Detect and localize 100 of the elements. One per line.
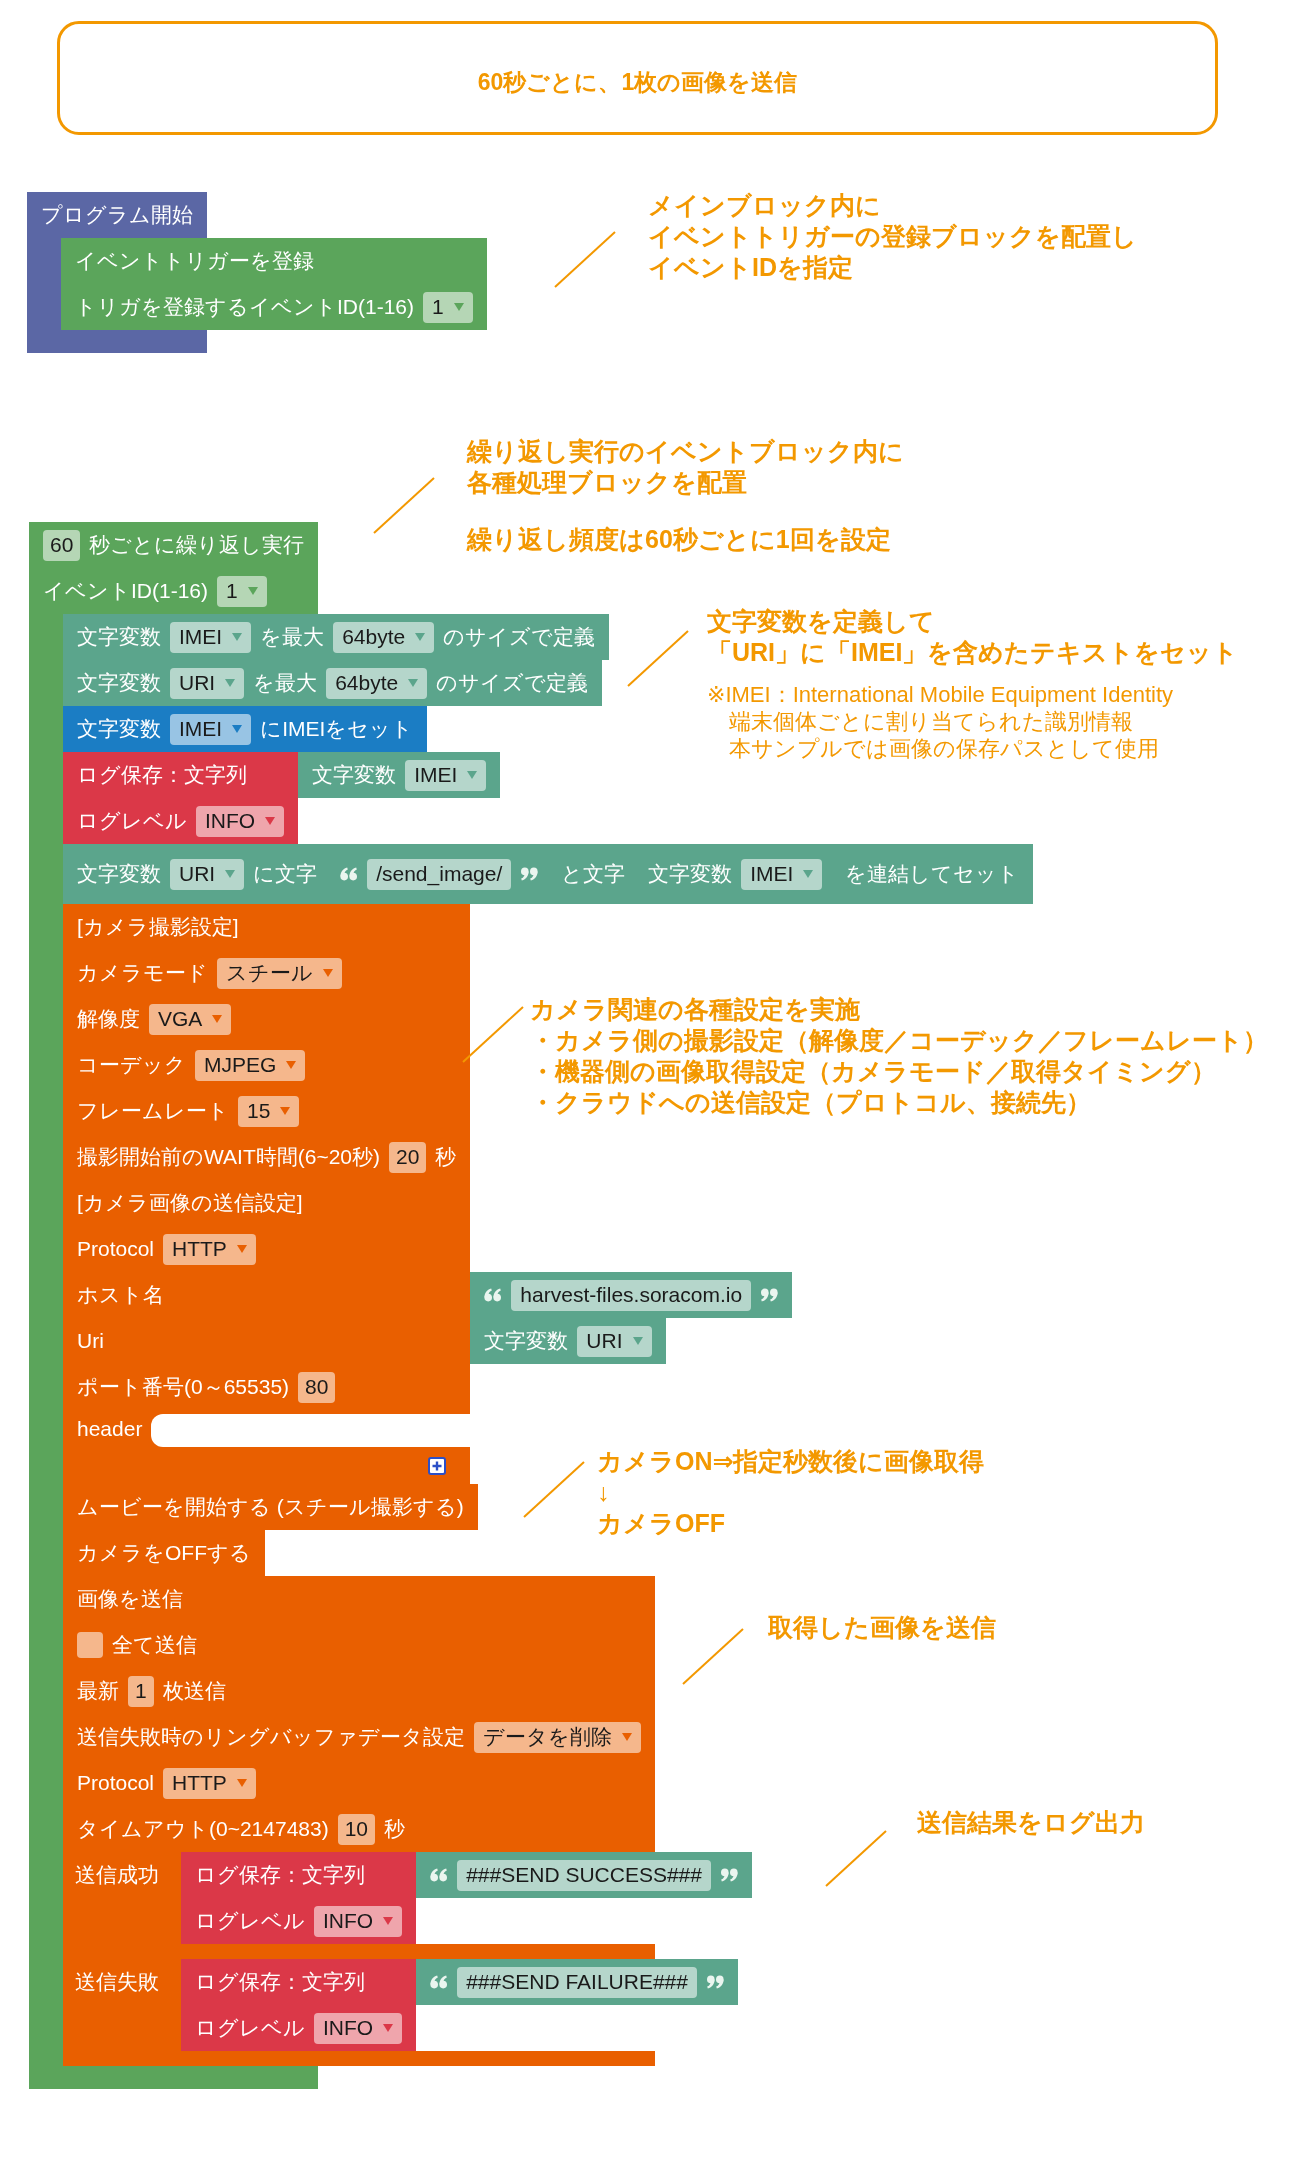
annotation-text: 取得した画像を送信 [768, 1612, 996, 1643]
block-label: 文字変数 [77, 670, 161, 696]
block-bar[interactable] [27, 330, 207, 353]
text-field[interactable]: ###SEND FAILURE### [457, 1966, 697, 1998]
dropdown[interactable]: HTTP [163, 1767, 256, 1799]
block-label: ログ保存：文字列 [195, 1862, 365, 1888]
text-field[interactable]: /send_image/ [367, 858, 512, 890]
block-label: 文字変数 [484, 1328, 569, 1354]
dropdown[interactable]: IMEI [170, 621, 252, 653]
dropdown[interactable]: MJPEG [195, 1049, 306, 1081]
code-block[interactable]: 文字変数 URI [470, 1318, 666, 1364]
block-bar[interactable] [63, 2051, 655, 2066]
block-label: Protocol [77, 1237, 155, 1261]
block-label: Uri [77, 1329, 104, 1353]
code-block[interactable]: 文字変数 IMEI を最大 64byte のサイズで定義 [63, 614, 610, 660]
block-header[interactable]: 60 秒ごとに繰り返し実行 イベントID(1-16) 1 [29, 522, 319, 614]
close-quote-icon [520, 867, 539, 881]
block-bar[interactable] [29, 2066, 319, 2089]
caret-icon [236, 1245, 247, 1253]
code-block[interactable]: 文字変数 IMEI [298, 752, 501, 798]
dropdown[interactable]: 64byte [326, 667, 428, 699]
block-header[interactable]: 画像を送信 全て送信 最新 1 枚送信 送信失敗時のリングバッファデータ設定 データを削除 Protocol HTTP タイムアウト(0~2147483) 10 秒 [63, 1576, 655, 1852]
number-field[interactable]: 1 [128, 1675, 154, 1707]
block-header[interactable]: プログラム開始 [27, 192, 207, 238]
dropdown[interactable]: INFO [196, 805, 285, 837]
dropdown[interactable]: URI [577, 1325, 652, 1357]
code-block[interactable]: ログ保存：文字列 ログレベル INFO [63, 752, 299, 844]
dropdown[interactable]: HTTP [163, 1233, 256, 1265]
code-block[interactable]: [カメラ撮影設定] カメラモード スチール 解像度 VGA コーデック MJPEG フレームレート 15 撮影開始前のWAIT時間(6~20秒) 20 秒 [カメラ画像の送信設定] Protocol HTTP ホスト名 Uri ポート番号(0～65535) 80 header [63, 904, 471, 1484]
leader-line [462, 1006, 524, 1063]
block-label: 秒 [384, 1816, 406, 1842]
block-label: に文字 [253, 861, 318, 887]
caret-icon [383, 1917, 394, 1925]
block-label: イベントID(1-16) [43, 578, 209, 604]
caret-icon [232, 633, 243, 641]
leader-line [523, 1461, 585, 1518]
block-label: ホスト名 [77, 1282, 164, 1308]
code-block[interactable]: 文字変数 URI に文字 /send_image/ と文字 文字変数 IMEI を連結してセット [63, 844, 1034, 904]
code-block[interactable]: ログ保存：文字列 ログレベル INFO [181, 1959, 417, 2051]
dropdown[interactable]: 1 [217, 575, 267, 607]
block-label: のサイズで定義 [443, 624, 596, 650]
leader-line [373, 477, 435, 534]
caret-icon [415, 633, 426, 641]
number-field[interactable]: 10 [337, 1813, 376, 1845]
code-block[interactable]: ログ保存：文字列 ログレベル INFO [181, 1852, 417, 1944]
block-label: 秒 [435, 1144, 457, 1170]
block-label: にIMEIをセット [260, 716, 414, 742]
plus-icon[interactable] [428, 1456, 447, 1475]
dropdown[interactable]: URI [170, 667, 245, 699]
dropdown[interactable]: 1 [423, 291, 473, 323]
open-quote-icon [430, 1975, 449, 1989]
caret-icon [286, 1061, 297, 1069]
number-field[interactable]: 60 [43, 529, 81, 561]
block-label: を最大 [253, 670, 318, 696]
open-quote-icon [430, 1868, 449, 1882]
number-field[interactable]: 20 [389, 1141, 427, 1173]
caret-icon [632, 1337, 643, 1345]
block-label: カメラモード [77, 960, 208, 986]
block-label: ログレベル [195, 2015, 305, 2041]
dropdown[interactable]: INFO [314, 2012, 403, 2044]
code-block[interactable]: イベントトリガーを登録 トリガを登録するイベントID(1-16) 1 [61, 238, 487, 330]
block-label: のサイズで定義 [436, 670, 589, 696]
open-quote-icon [484, 1288, 503, 1302]
annotation-text: 文字変数を定義して 「URI」に「IMEI」を含めたテキストをセット [707, 606, 1239, 668]
annotation-text: 繰り返し頻度は60秒ごとに1回を設定 [467, 524, 891, 555]
block-bar[interactable] [63, 1944, 655, 1959]
annotation-text: 繰り返し実行のイベントブロック内に 各種処理ブロックを配置 [467, 436, 904, 498]
dropdown[interactable]: データを削除 [474, 1721, 641, 1753]
dropdown[interactable]: スチール [217, 957, 342, 989]
block-label: タイムアウト(0~2147483) [77, 1816, 329, 1842]
dropdown[interactable]: VGA [149, 1003, 232, 1035]
block-label: を連結してセット [845, 861, 1020, 887]
checkbox[interactable] [77, 1632, 103, 1658]
dropdown[interactable]: URI [170, 858, 245, 890]
dropdown[interactable]: 15 [238, 1095, 300, 1127]
block-label: 文字変数 [77, 861, 161, 887]
dropdown[interactable]: IMEI [405, 759, 487, 791]
leader-line [627, 630, 689, 687]
block-label: 全て送信 [112, 1632, 197, 1658]
code-block[interactable]: 文字変数 URI を最大 64byte のサイズで定義 [63, 660, 603, 706]
text-field[interactable]: harvest-files.soracom.io [511, 1279, 752, 1311]
dropdown[interactable]: IMEI [170, 713, 252, 745]
leader-line [682, 1628, 744, 1685]
block-label: [カメラ画像の送信設定] [77, 1190, 303, 1216]
block-label: ログ保存：文字列 [195, 1969, 365, 1995]
code-block[interactable]: ###SEND FAILURE### [416, 1959, 738, 2005]
block-label: と文字 [561, 861, 626, 887]
text-field[interactable]: ###SEND SUCCESS### [457, 1859, 711, 1891]
code-block[interactable]: 文字変数 IMEI にIMEIをセット [63, 706, 428, 752]
annotation-text: カメラON⇒指定秒数後に画像取得 ↓ カメラOFF [597, 1446, 985, 1539]
dropdown[interactable]: INFO [314, 1905, 403, 1937]
dropdown[interactable]: 64byte [333, 621, 435, 653]
caret-icon [622, 1733, 632, 1741]
caret-icon [280, 1107, 291, 1115]
code-block[interactable]: harvest-files.soracom.io [470, 1272, 793, 1318]
code-block[interactable]: ###SEND SUCCESS### [416, 1852, 752, 1898]
caret-icon [225, 870, 236, 878]
dropdown[interactable]: IMEI [741, 858, 823, 890]
number-field[interactable]: 80 [298, 1371, 336, 1403]
caret-icon [408, 679, 419, 687]
